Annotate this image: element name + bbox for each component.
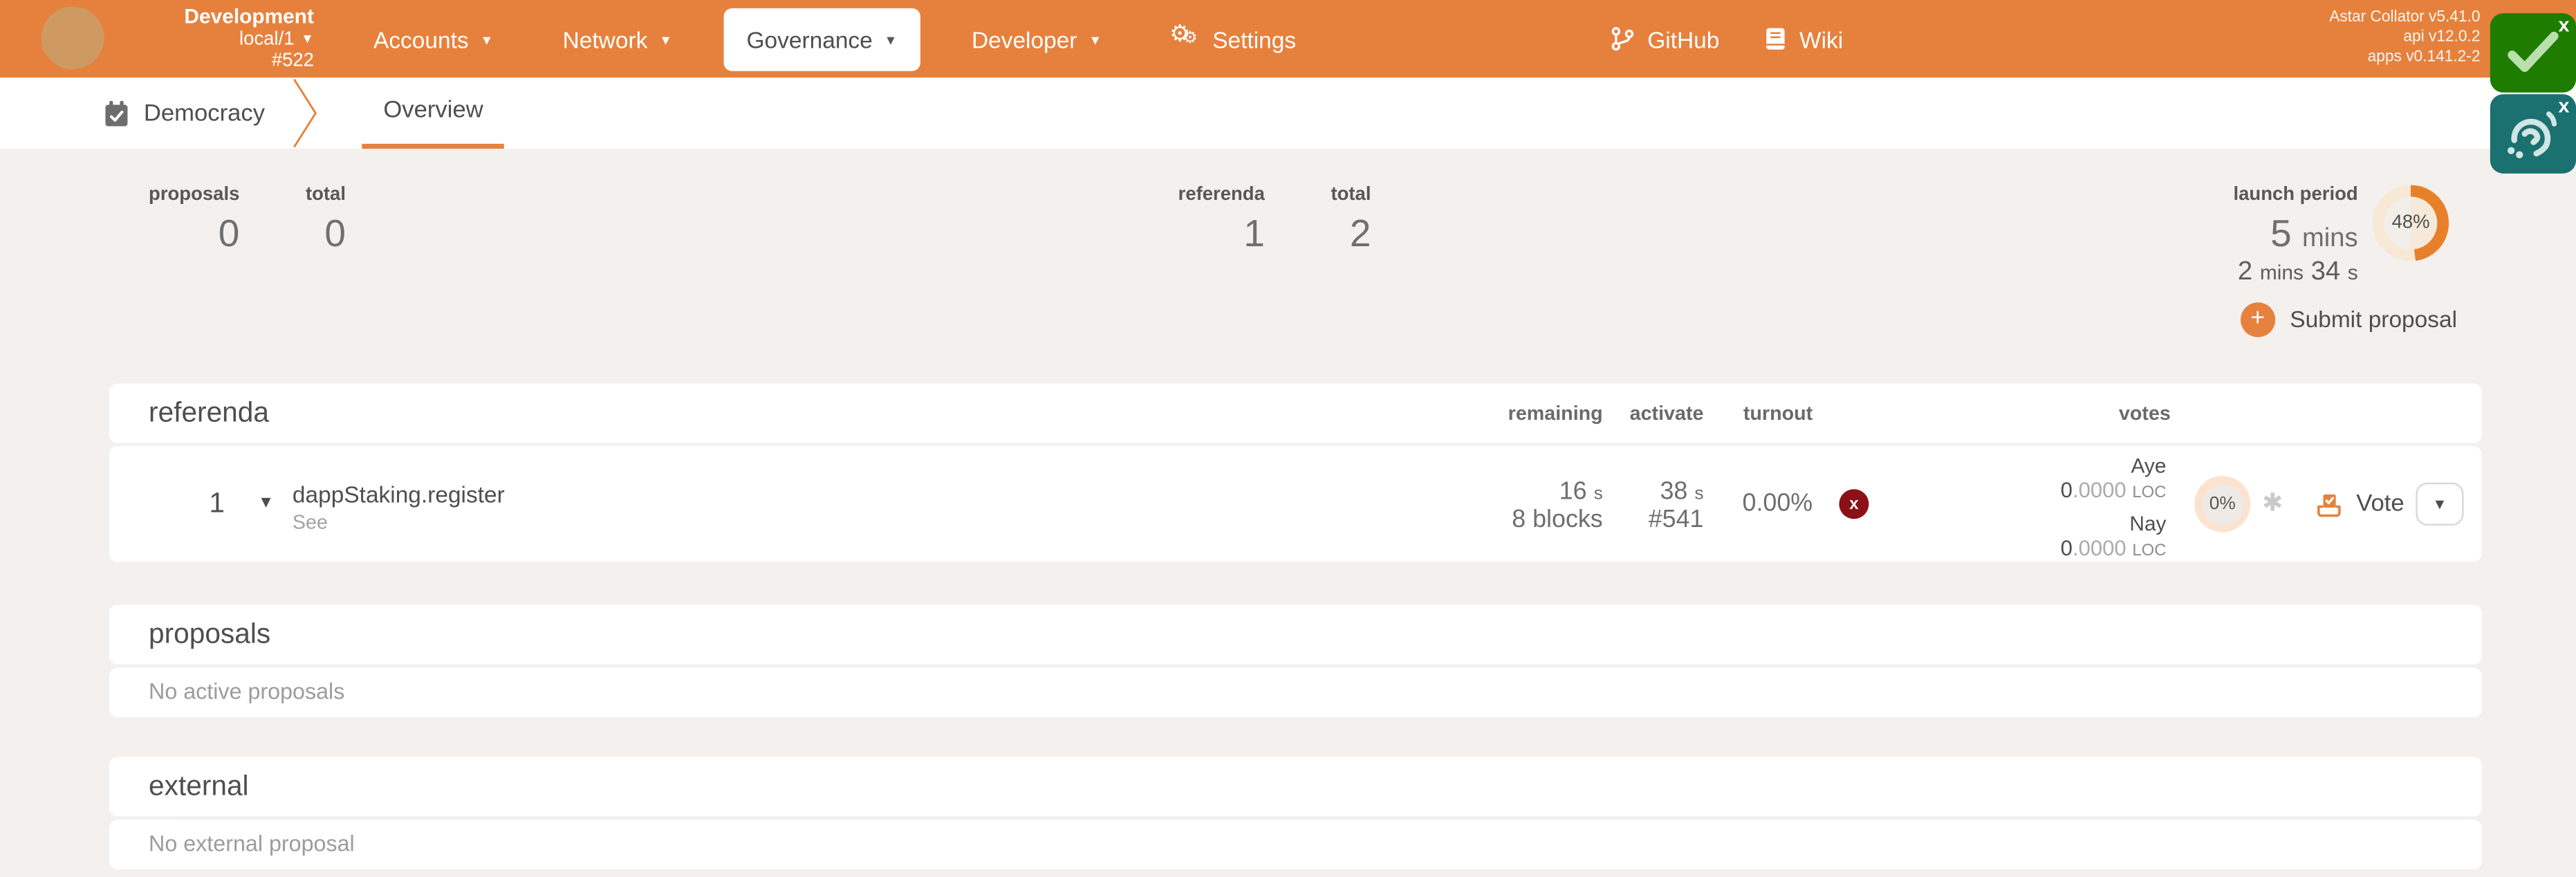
chain-logo[interactable] [41,7,104,70]
summary-referenda-total-value: 2 [1331,212,1371,257]
summary-referenda-total: total 2 [1331,185,1371,257]
summary-launch-group: launch period 5 mins 2 mins 34 s 48% [2233,185,2449,288]
summary-referenda-value: 1 [1178,212,1265,257]
external-table-header: external [109,757,2482,816]
apps-version: apps v0.141.2-2 [2329,48,2480,68]
menu-network[interactable]: Network ▼ [539,0,695,77]
external-empty-row: No external proposal [109,820,2482,869]
summary-proposals-value: 0 [149,212,239,257]
main-menu: Accounts ▼ Network ▼ Governance ▼ Develo… [339,0,1331,77]
top-nav-bar: Development local/1▼ #522 Accounts ▼ Net… [0,0,2576,77]
launch-progress-percent: 48% [2384,196,2437,249]
launch-period-elapsed: 2 mins 34 s [2233,258,2357,288]
vote-dropdown-button[interactable]: ▼ [2416,483,2463,526]
menu-accounts[interactable]: Accounts ▼ [351,0,517,77]
summary-referenda: referenda 1 [1178,185,1265,257]
app-root: Development local/1▼ #522 Accounts ▼ Net… [0,0,2576,877]
api-version: api v12.0.2 [2329,28,2480,48]
git-branch-icon [1611,26,1634,51]
network-name: Development [115,7,314,28]
col-votes: votes [2010,383,2281,443]
summary-launch-period: launch period 5 mins 2 mins 34 s [2233,185,2357,288]
referenda-table-header: referenda remaining activate turnout vot… [109,383,2482,443]
chevron-down-icon: ▼ [884,33,898,48]
page-title: Democracy [144,100,265,127]
summary-proposals-total-value: 0 [306,212,346,257]
github-link[interactable]: GitHub [1611,0,1720,77]
chevron-down-icon: ▼ [1088,33,1102,48]
vote-percent-badge: 0% [2194,476,2250,532]
close-icon[interactable]: x [2559,94,2570,117]
col-turnout: turnout [1662,383,1813,443]
proposals-title: proposals [149,605,270,665]
launch-progress-ring: 48% [2373,185,2449,261]
extension-check-badge[interactable]: x [2490,13,2576,93]
nay-label: Nay [1927,514,2166,536]
network-selector[interactable]: Development local/1▼ #522 [115,7,314,73]
launch-period-total: 5 mins [2233,212,2357,257]
block-number: #522 [115,51,314,73]
menu-settings[interactable]: ⚙⚙ Settings [1148,0,1319,77]
chevron-down-icon: ▼ [659,33,672,48]
summary-proposals-group: proposals 0 total 0 [149,185,346,257]
vote-button[interactable]: Vote [2317,446,2404,562]
failing-status-icon: x [1839,489,1869,519]
breadcrumb-divider [291,77,321,149]
proposal-method: dappStaking.register [293,481,505,507]
turnout-cell: 0.00% [1662,446,1813,562]
external-title: external [149,757,249,816]
extension-hearing-badge[interactable]: x [2490,94,2576,174]
version-info: Astar Collator v5.41.0 api v12.0.2 apps … [2329,8,2480,68]
proposal-sub-link: See [293,510,505,533]
network-endpoint: local/1▼ [115,28,314,51]
votes-cell: Aye 0.0000 LOC Nay 0.0000 LOC [1927,456,2166,562]
chevron-down-icon: ▼ [480,33,493,48]
row-expander-icon[interactable]: ▼ [258,446,275,562]
tab-bar: Democracy Overview [0,77,2576,149]
menu-developer[interactable]: Developer ▼ [949,0,1125,77]
aye-label: Aye [1927,456,2166,478]
book-icon [1765,26,1786,51]
assistive-listening-icon [2502,106,2565,162]
nay-value: 0.0000 LOC [1927,536,2166,562]
asterisk-icon: ✱ [2262,446,2283,562]
plus-icon: + [2241,302,2275,336]
ballot-icon [2317,492,2342,517]
proposals-table-header: proposals [109,605,2482,665]
tab-overview[interactable]: Overview [362,77,505,149]
calendar-check-icon [104,100,129,127]
menu-governance-active[interactable]: Governance ▼ [723,8,920,71]
proposals-empty-text: No active proposals [149,667,344,717]
checkmark-icon [2502,25,2565,81]
proposals-empty-row: No active proposals [109,667,2482,717]
breadcrumb: Democracy [104,77,266,149]
referenda-title: referenda [149,383,269,443]
referendum-row: 1 ▼ dappStaking.register See 16 s 8 bloc… [109,446,2482,562]
chevron-down-icon: ▼ [301,31,314,46]
close-icon[interactable]: x [2559,13,2570,36]
wiki-link[interactable]: Wiki [1765,0,1843,77]
aye-value: 0.0000 LOC [1927,479,2166,504]
external-empty-text: No external proposal [149,820,355,869]
summary-proposals: proposals 0 [149,185,239,257]
node-version: Astar Collator v5.41.0 [2329,8,2480,28]
gears-icon: ⚙⚙ [1171,24,1201,54]
referendum-id: 1 [175,446,225,562]
submit-proposal-button[interactable]: + Submit proposal [2241,301,2457,338]
proposal-cell: dappStaking.register See [293,481,505,533]
summary-referenda-group: referenda 1 total 2 [1178,185,1371,257]
summary-proposals-total: total 0 [306,185,346,257]
